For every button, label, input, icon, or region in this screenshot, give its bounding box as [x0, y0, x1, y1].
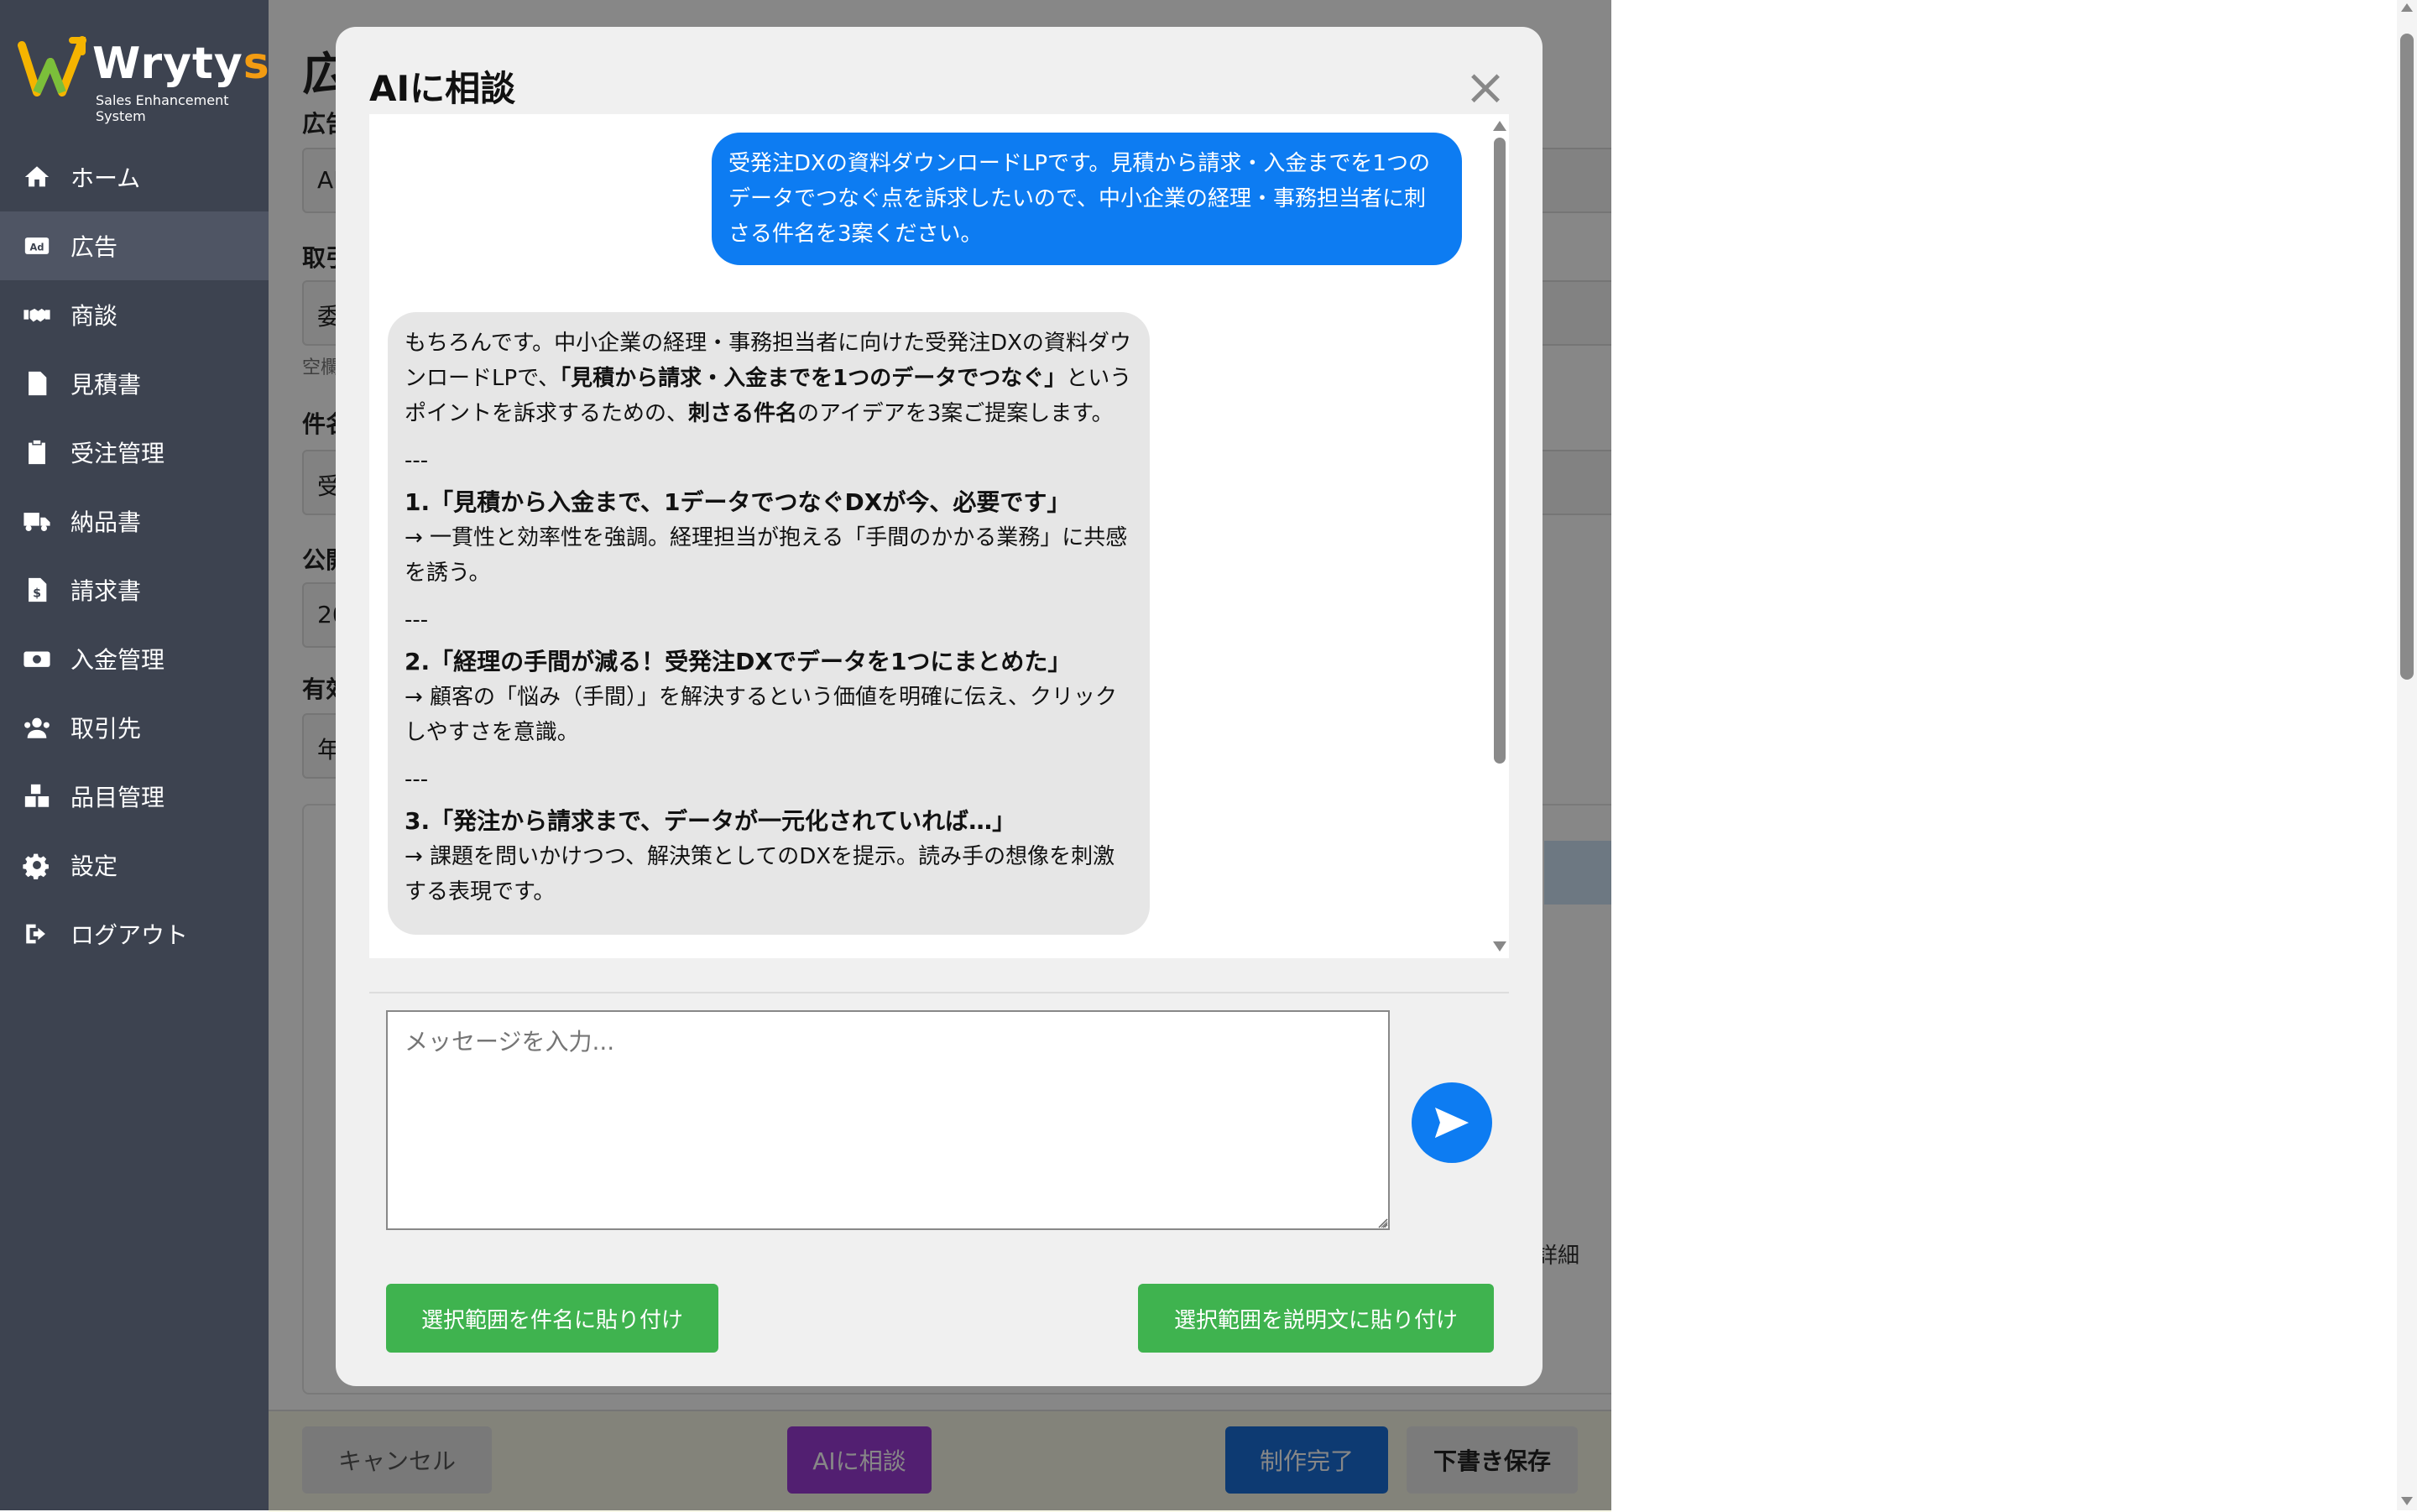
suggestion-body: → 顧客の「悩み（手間）」を解決するという価値を明確に伝え、クリックしやすさを意… [405, 685, 1118, 745]
users-icon [20, 711, 54, 744]
boxes-icon [20, 779, 54, 813]
message-input[interactable] [386, 1010, 1390, 1230]
sidebar-item-label: ホーム [70, 164, 141, 192]
ad-icon: Ad [20, 229, 54, 263]
sidebar-item-clients[interactable]: 取引先 [0, 693, 269, 762]
sidebar-item-ads[interactable]: Ad 広告 [0, 211, 269, 280]
scrollbar-thumb[interactable] [2400, 34, 2414, 680]
sidebar-item-label: 入金管理 [70, 646, 165, 674]
sidebar-item-products[interactable]: 品目管理 [0, 762, 269, 831]
sidebar-item-payments[interactable]: 入金管理 [0, 624, 269, 693]
resize-handle-icon[interactable] [1376, 1217, 1388, 1228]
paste-to-subject-button[interactable]: 選択範囲を件名に貼り付け [386, 1284, 718, 1353]
home-icon [20, 160, 54, 194]
sidebar-item-label: 受注管理 [70, 440, 165, 467]
sidebar-item-label: 品目管理 [70, 784, 165, 811]
send-button[interactable] [1412, 1082, 1492, 1163]
scroll-down-icon[interactable] [2401, 1497, 2413, 1505]
chat-history[interactable]: 受発注DXの資料ダウンロードLPです。見積から請求・入金までを1つのデータでつな… [369, 114, 1509, 958]
sidebar-item-orders[interactable]: 受注管理 [0, 418, 269, 487]
sidebar-item-label: 納品書 [70, 508, 142, 536]
svg-text:$: $ [33, 587, 41, 601]
scrollbar-thumb[interactable] [1494, 138, 1506, 764]
separator: --- [405, 607, 429, 633]
separator: --- [405, 448, 429, 473]
sidebar-item-delivery[interactable]: 納品書 [0, 487, 269, 555]
clipboard-check-icon [20, 435, 54, 469]
sidebar-item-label: 設定 [70, 852, 118, 880]
money-icon [20, 642, 54, 675]
ai-message: もちろんです。中小企業の経理・事務担当者に向けた受発注DXの資料ダウンロードLP… [388, 312, 1150, 935]
sidebar-item-label: 広告 [70, 233, 118, 261]
scroll-up-icon[interactable] [1493, 121, 1506, 131]
sidebar-item-label: 請求書 [70, 577, 142, 605]
sidebar-item-settings[interactable]: 設定 [0, 831, 269, 899]
logout-icon [20, 917, 54, 951]
logo-mark-icon [18, 36, 86, 96]
suggestion-body: → 課題を問いかけつつ、解決策としてのDXを提示。読み手の想像を刺激する表現です… [405, 844, 1115, 905]
svg-text:Ad: Ad [30, 242, 44, 253]
scroll-up-icon[interactable] [2401, 3, 2413, 12]
separator: --- [405, 767, 429, 792]
brand-logo[interactable]: Wrytys Sales Enhancement System [17, 34, 269, 124]
truck-icon [20, 504, 54, 538]
sidebar-item-label: 商談 [70, 302, 118, 330]
scroll-down-icon[interactable] [1493, 941, 1506, 952]
suggestion-heading: 2.「経理の手間が減る！受発注DXでデータを1つにまとめた」 [405, 648, 1072, 675]
sidebar-item-invoices[interactable]: $ 請求書 [0, 555, 269, 624]
suggestion-heading: 1.「見積から入金まで、1データでつなぐDXが今、必要です」 [405, 488, 1071, 516]
sidebar-item-label: 取引先 [70, 715, 142, 743]
handshake-icon [20, 298, 54, 331]
page-scrollbar[interactable] [2397, 0, 2417, 1510]
sidebar-item-label: ログアウト [70, 921, 189, 949]
ai-chat-modal: AIに相談 × 受発注DXの資料ダウンロードLPです。見積から請求・入金までを1… [336, 27, 1543, 1386]
page-right-area [1611, 0, 2417, 1510]
divider [369, 992, 1509, 993]
suggestion-heading: 3.「発注から請求まで、データが一元化されていれば…」 [405, 807, 1016, 835]
ai-intro: もちろんです。中小企業の経理・事務担当者に向けた受発注DXの資料ダウンロードLP… [405, 331, 1132, 426]
sidebar-nav: ホーム Ad 広告 商談 見積書 受注管理 納品書 $ 請求書 入金管理 取引先… [0, 143, 269, 968]
close-icon[interactable]: × [1460, 62, 1511, 114]
suggestion-body: → 一貫性と効率性を強調。経理担当が抱える「手間のかかる業務」に共感を誘う。 [405, 525, 1128, 586]
document-icon [20, 367, 54, 400]
sidebar-item-negotiation[interactable]: 商談 [0, 280, 269, 349]
gear-icon [20, 848, 54, 882]
send-icon [1435, 1108, 1469, 1138]
chat-scrollbar[interactable] [1489, 114, 1509, 958]
sidebar-item-logout[interactable]: ログアウト [0, 899, 269, 968]
brand-name: Wrytys [92, 39, 270, 89]
brand-subtitle: Sales Enhancement System [96, 92, 229, 124]
modal-title: AIに相談 [369, 68, 516, 109]
user-message: 受発注DXの資料ダウンロードLPです。見積から請求・入金までを1つのデータでつな… [712, 133, 1462, 265]
sidebar: Wrytys Sales Enhancement System ホーム Ad 広… [0, 0, 269, 1510]
sidebar-item-label: 見積書 [70, 371, 142, 399]
sidebar-item-quotes[interactable]: 見積書 [0, 349, 269, 418]
paste-to-description-button[interactable]: 選択範囲を説明文に貼り付け [1138, 1284, 1494, 1353]
invoice-icon: $ [20, 573, 54, 607]
sidebar-item-home[interactable]: ホーム [0, 143, 269, 211]
